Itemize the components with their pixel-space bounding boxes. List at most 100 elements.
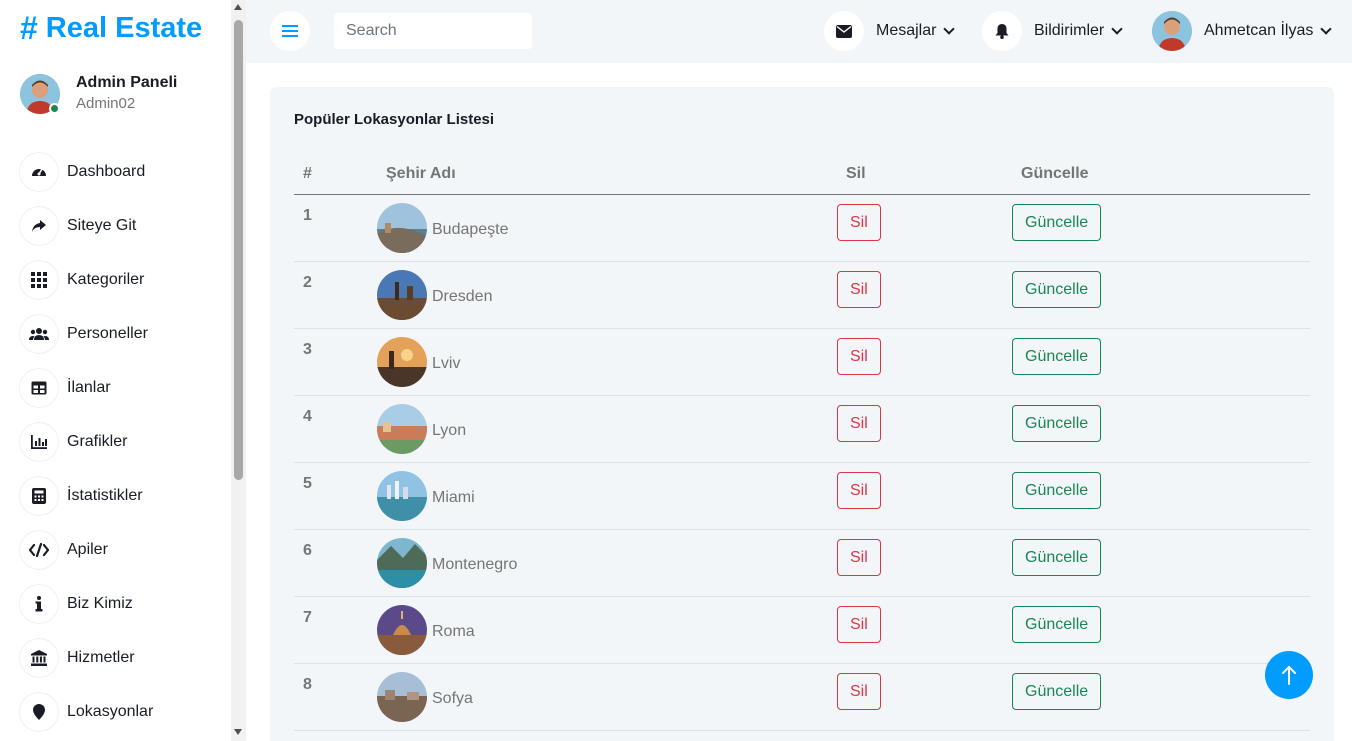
sidebar-item-hizmetler[interactable]: Hizmetler <box>19 631 219 685</box>
sidebar-item-label: Lokasyonlar <box>67 703 154 720</box>
back-to-top-button[interactable] <box>1265 651 1313 699</box>
table-row: 8 Sofya Sil Güncelle <box>294 663 1310 731</box>
sidebar-item-label: Siteye Git <box>67 217 137 234</box>
table-row: 6 Montenegro Sil Güncelle <box>294 529 1310 597</box>
table-row: 5 Miami Sil Güncelle <box>294 462 1310 530</box>
hash-icon: # <box>20 10 38 46</box>
scroll-up-icon[interactable] <box>234 4 242 10</box>
sidebar-item-label: Kategoriler <box>67 271 145 288</box>
notifications-label: Bildirimler <box>1034 22 1105 39</box>
table-icon <box>19 368 59 408</box>
city-image <box>377 470 427 521</box>
arrow-up-icon <box>1282 666 1296 685</box>
delete-button[interactable]: Sil <box>837 404 881 442</box>
row-number: 1 <box>294 194 377 262</box>
map-pin-icon <box>19 692 59 732</box>
sidebar-scrollbar[interactable] <box>231 0 246 741</box>
row-number: 5 <box>294 462 377 530</box>
brand-logo[interactable]: # Real Estate <box>20 10 202 47</box>
chevron-down-icon <box>1320 23 1333 35</box>
sidebar-item-label: Grafikler <box>67 433 128 450</box>
update-button[interactable]: Güncelle <box>1012 538 1102 576</box>
table-row: 4 Lyon Sil Güncelle <box>294 395 1310 463</box>
delete-button[interactable]: Sil <box>837 605 881 643</box>
sidebar-item-label: İstatistikler <box>67 487 143 504</box>
bank-icon <box>19 638 59 678</box>
locations-table: # Şehir Adı Sil Güncelle 1 Budapeşte Sil… <box>294 155 1310 731</box>
dashboard-icon <box>19 152 59 192</box>
city-name: Dresden <box>432 287 493 305</box>
sidebar-item-label: Apiler <box>67 541 108 558</box>
delete-button[interactable]: Sil <box>837 337 881 375</box>
chevron-down-icon <box>943 23 956 35</box>
sidebar-item-grafikler[interactable]: Grafikler <box>19 415 219 469</box>
update-button[interactable]: Güncelle <box>1012 337 1102 375</box>
update-button[interactable]: Güncelle <box>1012 605 1102 643</box>
notifications-dropdown[interactable]: Bildirimler <box>982 11 1123 51</box>
city-name: Montenegro <box>432 555 518 573</box>
column-header-update: Güncelle <box>1012 155 1310 195</box>
hamburger-icon <box>282 25 298 37</box>
update-button[interactable]: Güncelle <box>1012 404 1102 442</box>
sidebar-item-dashboard[interactable]: Dashboard <box>19 145 219 199</box>
sidebar-item-biz-kimiz[interactable]: Biz Kimiz <box>19 577 219 631</box>
avatar <box>1152 11 1192 51</box>
code-icon <box>19 530 59 570</box>
update-button[interactable]: Güncelle <box>1012 203 1102 241</box>
sidebar-item-personeller[interactable]: Personeller <box>19 307 219 361</box>
chart-icon <box>19 422 59 462</box>
sidebar-item-label: Dashboard <box>67 163 146 180</box>
column-header-delete: Sil <box>837 155 1012 195</box>
search-input[interactable] <box>334 13 532 49</box>
info-icon <box>19 584 59 624</box>
scrollbar-thumb[interactable] <box>234 20 243 480</box>
update-button[interactable]: Güncelle <box>1012 270 1102 308</box>
sidebar-item-kategoriler[interactable]: Kategoriler <box>19 253 219 307</box>
sidebar-item-label: Personeller <box>67 325 148 342</box>
sidebar-toggle-button[interactable] <box>270 11 310 51</box>
delete-button[interactable]: Sil <box>837 538 881 576</box>
row-number: 4 <box>294 395 377 463</box>
row-number: 3 <box>294 328 377 396</box>
row-number: 7 <box>294 596 377 664</box>
sidebar-item-lokasyonlar[interactable]: Lokasyonlar <box>19 685 219 739</box>
city-image <box>377 671 427 722</box>
calculator-icon <box>19 476 59 516</box>
delete-button[interactable]: Sil <box>837 471 881 509</box>
delete-button[interactable]: Sil <box>837 672 881 710</box>
row-number: 8 <box>294 663 377 731</box>
city-image <box>377 604 427 655</box>
profile-role: Admin02 <box>76 95 136 112</box>
column-header-city: Şehir Adı <box>377 155 837 195</box>
city-name: Roma <box>432 622 475 640</box>
city-image <box>377 403 427 454</box>
top-navbar: Mesajlar Bildirimler Ahmetcan İlyas <box>246 0 1352 63</box>
envelope-icon <box>824 11 864 51</box>
table-row: 3 Lviv Sil Güncelle <box>294 328 1310 396</box>
update-button[interactable]: Güncelle <box>1012 471 1102 509</box>
city-name: Sofya <box>432 689 473 707</box>
delete-button[interactable]: Sil <box>837 203 881 241</box>
scroll-down-icon[interactable] <box>234 729 242 735</box>
sidebar-item-istatistikler[interactable]: İstatistikler <box>19 469 219 523</box>
bell-icon <box>982 11 1022 51</box>
city-name: Lyon <box>432 421 467 439</box>
user-dropdown[interactable]: Ahmetcan İlyas <box>1152 11 1333 51</box>
share-arrow-icon <box>19 206 59 246</box>
table-row: 7 Roma Sil Güncelle <box>294 596 1310 664</box>
sidebar-item-ilanlar[interactable]: İlanlar <box>19 361 219 415</box>
city-name: Budapeşte <box>432 220 509 238</box>
city-name: Miami <box>432 488 475 506</box>
table-header-row: # Şehir Adı Sil Güncelle <box>294 155 1310 195</box>
sidebar-profile: Admin Paneli Admin02 <box>20 74 177 114</box>
update-button[interactable]: Güncelle <box>1012 672 1102 710</box>
delete-button[interactable]: Sil <box>837 270 881 308</box>
city-image <box>377 269 427 320</box>
sidebar-item-siteye-git[interactable]: Siteye Git <box>19 199 219 253</box>
chevron-down-icon <box>1111 23 1123 35</box>
sidebar-nav: Dashboard Siteye Git Kategoriler Persone… <box>19 145 219 739</box>
messages-dropdown[interactable]: Mesajlar <box>824 11 956 51</box>
messages-label: Mesajlar <box>876 22 937 39</box>
sidebar-item-label: Hizmetler <box>67 649 135 666</box>
sidebar-item-apiler[interactable]: Apiler <box>19 523 219 577</box>
